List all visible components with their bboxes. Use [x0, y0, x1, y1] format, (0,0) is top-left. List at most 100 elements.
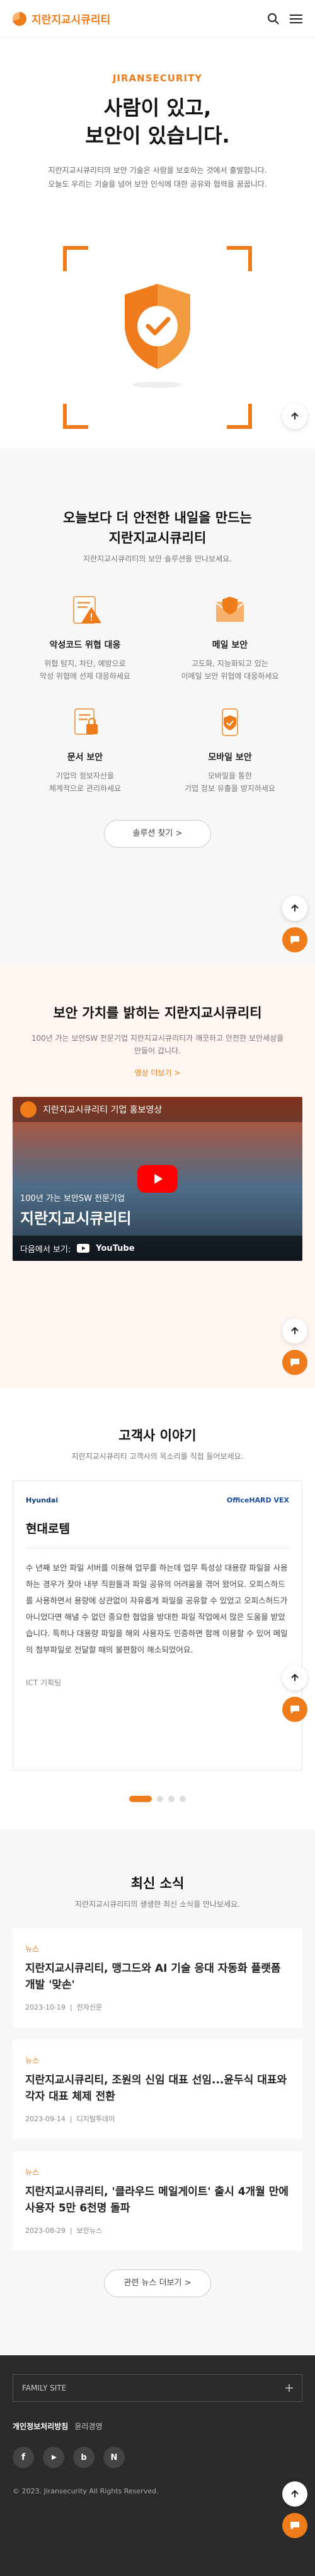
solutions-title-line1: 오늘보다 더 안전한 내일을 만드는 [63, 510, 252, 525]
mobile-shield-icon [222, 708, 238, 736]
hero-section: JIRANSECURITY 사람이 있고, 보안이 있습니다. 지란지교시큐리티… [0, 38, 315, 448]
arrow-up-icon [291, 904, 299, 911]
family-site-select[interactable]: FAMILY SITE [13, 2374, 302, 2402]
value-title: 보안 가치를 밝히는 지란지교시큐리티 [53, 1005, 262, 1021]
warning-doc-icon [73, 596, 101, 624]
solution-malware[interactable]: 악성코드 위협 대응 위협 탐지, 차단, 예방으로 악성 위협에 선제 대응하세… [13, 595, 158, 682]
site-header: 지란지교시큐리티 [0, 0, 315, 38]
chat-button[interactable] [282, 927, 307, 952]
news-source: 전자신문 [76, 2003, 103, 2011]
naver-icon[interactable]: N [103, 2447, 125, 2468]
scroll-top-button[interactable] [282, 896, 307, 921]
news-source: 보안뉴스 [76, 2227, 103, 2235]
solution-title: 모바일 보안 [208, 752, 252, 763]
solutions-grid: 악성코드 위협 대응 위협 탐지, 차단, 예방으로 악성 위협에 선제 대응하세… [0, 595, 315, 795]
news-subtitle: 지란지교시큐리티의 생생한 최신 소식을 만나보세요. [75, 1900, 240, 1909]
ethics-link[interactable]: 윤리경영 [74, 2421, 102, 2432]
chat-button[interactable] [282, 1350, 307, 1375]
carousel-dot[interactable] [180, 1796, 186, 1802]
value-description: 100년 가는 보안SW 전문기업 지란지교시큐리티가 깨끗하고 안전한 보안세… [0, 1032, 315, 1057]
solution-desc-line2: 악성 위협에 선제 대응하세요 [40, 672, 130, 681]
youtube-icon[interactable] [43, 2447, 64, 2468]
more-news-button[interactable]: 관련 뉴스 더보기 > [104, 2269, 211, 2297]
scroll-top-button[interactable] [282, 1665, 307, 1690]
solutions-title-line2: 지란지교시큐리티 [108, 530, 207, 546]
hero-title-line1: 사람이 있고, [103, 96, 212, 120]
customers-section: 고객사 이야기 지란지교시큐리티 고객사의 목소리를 직접 들어보세요. Hyu… [0, 1388, 315, 1829]
hero-illustration [63, 246, 252, 429]
hero-title-line2: 보안이 있습니다. [85, 124, 230, 148]
play-button[interactable] [137, 1165, 178, 1193]
facebook-icon[interactable]: f [13, 2447, 34, 2468]
chat-icon [290, 1706, 299, 1714]
solutions-section: 오늘보다 더 안전한 내일을 만드는 지란지교시큐리티 지란지교시큐리티의 보안… [0, 448, 315, 965]
plus-icon [285, 2384, 293, 2392]
value-desc-line1: 100년 가는 보안SW 전문기업 지란지교시큐리티가 깨끗하고 안전한 보안세… [31, 1034, 284, 1043]
value-desc-line2: 만들어 갑니다. [134, 1046, 181, 1055]
chat-button[interactable] [282, 2513, 307, 2538]
solution-desc-line1: 고도화, 지능화되고 있는 [192, 659, 268, 668]
news-headline: 지란지교시큐리티, '클라우드 메일게이트' 출시 4개월 만에 사용자 5만 … [25, 2186, 289, 2215]
news-tag: 뉴스 [25, 1945, 40, 1953]
hero-title: 사람이 있고, 보안이 있습니다. [0, 94, 315, 149]
arrow-up-icon [291, 2490, 299, 2497]
video-overlay-line2: 지란지교시큐리티 [20, 1210, 132, 1227]
blog-icon[interactable]: b [73, 2447, 94, 2468]
news-item[interactable]: 뉴스 지란지교시큐리티, 조원의 신임 대표 선임...윤두식 대표와 각자 대… [13, 2040, 302, 2139]
scroll-top-button[interactable] [282, 404, 307, 429]
find-solution-button[interactable]: 솔루션 찾기 > [104, 820, 211, 848]
chat-icon [290, 2522, 299, 2530]
chat-button[interactable] [282, 1697, 307, 1722]
arrow-up-icon [291, 412, 299, 419]
solution-title: 악성코드 위협 대응 [49, 640, 121, 650]
customer-name: 현대로템 [26, 1522, 70, 1536]
logo[interactable]: 지란지교시큐리티 [13, 11, 110, 26]
solution-title: 메일 보안 [212, 640, 248, 650]
customer-author: ICT 기획팀 [26, 1678, 62, 1687]
arrow-up-icon [291, 1326, 299, 1334]
hero-description: 지란지교시큐리티의 보안 기술은 사람을 보호하는 것에서 출발합니다. 오늘도… [0, 163, 315, 191]
solution-mail[interactable]: 메일 보안 고도화, 지능화되고 있는이메일 보안 위협에 대응하세요 [158, 595, 302, 682]
carousel-dot[interactable] [168, 1796, 175, 1802]
news-tag: 뉴스 [25, 2168, 40, 2177]
news-date: 2023-08-29 [25, 2227, 66, 2235]
customer-card: Hyundai OfficeHARD VEX 현대로템 수 년째 보안 파일 서… [13, 1480, 302, 1771]
solution-mobile[interactable]: 모바일 보안 모바일을 통한 기업 정보 유출을 방지하세요 [158, 708, 302, 795]
mail-shield-icon [215, 597, 244, 622]
news-item[interactable]: 뉴스 지란지교시큐리티, 맹그드와 AI 기술 응대 자동화 플랫폼 개발 '맞… [13, 1928, 302, 2027]
customer-logo-hyundai: Hyundai [26, 1496, 59, 1504]
carousel-dot-active[interactable] [129, 1796, 152, 1802]
solutions-subtitle: 지란지교시큐리티의 보안 솔루션을 만나보세요. [83, 554, 232, 563]
news-item[interactable]: 뉴스 지란지교시큐리티, '클라우드 메일게이트' 출시 4개월 만에 사용자 … [13, 2152, 302, 2251]
customer-testimonial: 수 년째 보안 파일 서버를 이용해 업무를 하는데 업무 특성상 대용량 파일… [26, 1563, 288, 1654]
carousel-dots [0, 1796, 315, 1802]
video-overlay-line1: 100년 가는 보안SW 전문기업 [20, 1194, 125, 1203]
menu-icon[interactable] [290, 14, 302, 24]
customers-title: 고객사 이야기 [118, 1428, 197, 1443]
document-lock-icon [74, 708, 98, 735]
hero-desc-line2: 오늘도 우리는 기술을 넘어 보안 인식에 대한 공유와 협력을 꿈꿉니다. [48, 180, 267, 189]
youtube-video-player[interactable]: 지란지교시큐리티 기업 홍보영상 100년 가는 보안SW 전문기업 지란지교시… [13, 1097, 302, 1261]
solution-desc-line2: 이메일 보안 위협에 대응하세요 [181, 672, 279, 681]
news-date: 2023-10-19 [25, 2003, 66, 2011]
carousel-dot[interactable] [157, 1796, 163, 1802]
solution-desc: 기업의 정보자산을 체계적으로 관리하세요 [13, 770, 158, 795]
solution-document[interactable]: 문서 보안 기업의 정보자산을 체계적으로 관리하세요 [13, 708, 158, 795]
scroll-top-button[interactable] [282, 1318, 307, 1344]
more-video-link[interactable]: 영상 더보기 > [135, 1068, 181, 1077]
solution-desc-line2: 기업 정보 유출을 방지하세요 [185, 784, 275, 793]
privacy-policy-link[interactable]: 개인정보처리방침 [13, 2421, 68, 2432]
search-icon[interactable] [267, 13, 280, 25]
news-section: 최신 소식 지란지교시큐리티의 생생한 최신 소식을 만나보세요. 뉴스 지란지… [0, 1829, 315, 2355]
copyright: © 2023. Jiransecurity All Rights Reserve… [13, 2487, 159, 2495]
news-meta: 2023-08-29 | 보안뉴스 [25, 2227, 103, 2235]
youtube-label[interactable]: YouTube [96, 1244, 134, 1253]
solution-desc: 모바일을 통한 기업 정보 유출을 방지하세요 [158, 770, 302, 795]
news-tag: 뉴스 [25, 2056, 40, 2065]
solution-desc: 위협 탐지, 차단, 예방으로 악성 위협에 선제 대응하세요 [13, 657, 158, 682]
site-footer: FAMILY SITE 개인정보처리방침 윤리경영 f b N © 2023. … [0, 2355, 315, 2576]
news-headline: 지란지교시큐리티, 맹그드와 AI 기술 응대 자동화 플랫폼 개발 '맞손' [25, 1962, 281, 1991]
play-icon [154, 1174, 163, 1184]
chat-icon [290, 1359, 299, 1367]
scroll-top-button[interactable] [282, 2481, 307, 2507]
